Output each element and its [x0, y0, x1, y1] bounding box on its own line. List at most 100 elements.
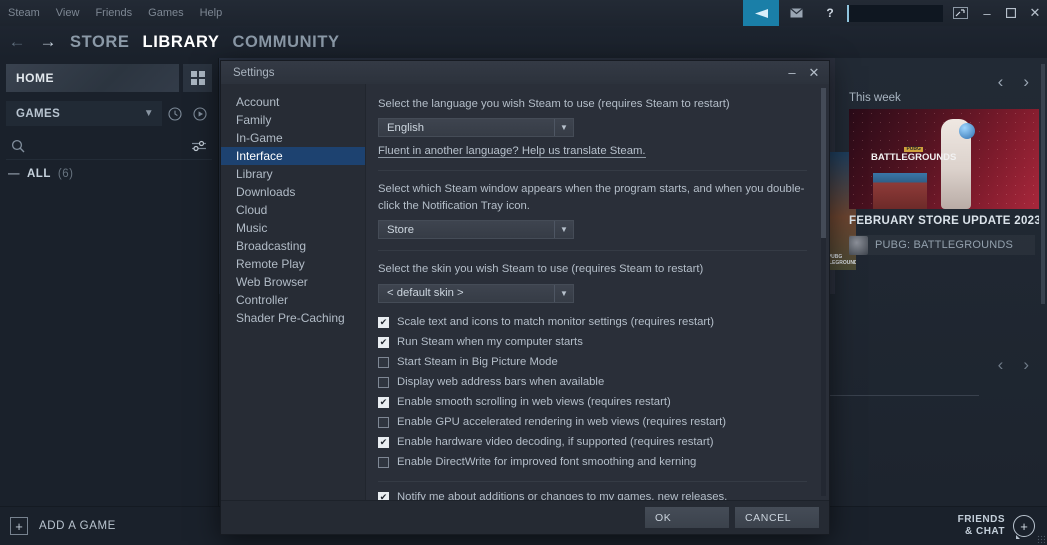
filter-icon[interactable]: [186, 139, 212, 153]
collection-row: GAMES ▼: [6, 100, 212, 127]
home-row: HOME: [0, 58, 218, 100]
menu-item-steam[interactable]: Steam: [8, 7, 40, 19]
help-icon[interactable]: ?: [813, 0, 847, 26]
settings-scrollbar[interactable]: [821, 88, 826, 496]
checkbox-row-web-address-bars[interactable]: Display web address bars when available: [378, 373, 807, 393]
section-divider: [378, 250, 807, 252]
news-week-label: This week: [849, 92, 901, 104]
main-scrollbar[interactable]: [1041, 64, 1045, 304]
checkbox-row-run-steam-on-start[interactable]: Run Steam when my computer starts: [378, 333, 807, 353]
menu-item-friends[interactable]: Friends: [95, 7, 132, 19]
news-title[interactable]: FEBRUARY STORE UPDATE 2023: [849, 215, 1039, 227]
menu-item-games[interactable]: Games: [148, 7, 183, 19]
language-select[interactable]: English ▼: [378, 118, 574, 138]
nav-tab-store[interactable]: STORE: [70, 33, 130, 52]
checkbox-row-scale-text[interactable]: Scale text and icons to match monitor se…: [378, 313, 807, 333]
settings-nav-family[interactable]: Family: [221, 111, 365, 129]
nav-tab-community[interactable]: COMMUNITY: [232, 33, 339, 52]
checkbox-row-smooth-scrolling[interactable]: Enable smooth scrolling in web views (re…: [378, 393, 807, 413]
settings-nav-music[interactable]: Music: [221, 219, 365, 237]
mail-icon[interactable]: [779, 0, 813, 26]
settings-nav-in-game[interactable]: In-Game: [221, 129, 365, 147]
sidebar-group-all[interactable]: — ALL (6): [0, 160, 218, 188]
settings-title-bar[interactable]: Settings – ✕: [221, 61, 829, 84]
sidebar-item-home[interactable]: HOME: [6, 64, 179, 92]
settings-nav-interface[interactable]: Interface: [221, 147, 365, 165]
home-label: HOME: [16, 71, 54, 85]
settings-nav-downloads[interactable]: Downloads: [221, 183, 365, 201]
checkbox-row-notify-additions[interactable]: Notify me about additions or changes to …: [378, 488, 807, 500]
window-close-button[interactable]: ✕: [1023, 0, 1047, 26]
list-item[interactable]: [14, 190, 208, 207]
chevron-down-icon: ▼: [554, 119, 573, 137]
checkbox-run-steam-on-start[interactable]: [378, 336, 389, 348]
sidebar-search-row: [6, 132, 212, 160]
checkbox-gpu-rendering[interactable]: [378, 416, 389, 428]
checkbox-smooth-scrolling[interactable]: [378, 396, 389, 408]
nav-forward-button[interactable]: →: [39, 32, 57, 52]
language-label: Select the language you wish Steam to us…: [378, 98, 730, 110]
startup-window-value: Store: [387, 223, 415, 236]
settings-nav-remote-play[interactable]: Remote Play: [221, 255, 365, 273]
checkbox-hardware-video-decoding[interactable]: [378, 436, 389, 448]
window-maximize-button[interactable]: [999, 0, 1023, 26]
checkbox-label: Enable smooth scrolling in web views (re…: [397, 395, 671, 408]
menu-item-view[interactable]: View: [56, 7, 80, 19]
resize-grip[interactable]: [1037, 535, 1045, 543]
nav-tab-library[interactable]: LIBRARY: [143, 33, 220, 52]
recent-activity-icon[interactable]: [162, 101, 187, 126]
window-minimize-button[interactable]: –: [975, 0, 999, 26]
skin-select[interactable]: < default skin > ▼: [378, 283, 574, 303]
settings-nav-web-browser[interactable]: Web Browser: [221, 273, 365, 291]
search-input[interactable]: [30, 139, 186, 152]
game-icon: [849, 235, 868, 255]
downloads-play-icon[interactable]: [187, 101, 212, 126]
checkbox-row-hardware-video-decoding[interactable]: Enable hardware video decoding, if suppo…: [378, 433, 807, 453]
settings-nav-account[interactable]: Account: [221, 93, 365, 111]
checkbox-label: Run Steam when my computer starts: [397, 335, 583, 348]
settings-nav-shader-pre-caching[interactable]: Shader Pre-Caching: [221, 309, 365, 327]
ok-button[interactable]: OK: [645, 507, 729, 528]
checkbox-row-gpu-rendering[interactable]: Enable GPU accelerated rendering in web …: [378, 413, 807, 433]
list-item[interactable]: [14, 207, 208, 224]
news-game-row[interactable]: PUBG: BATTLEGROUNDS: [849, 235, 1035, 255]
settings-nav-cloud[interactable]: Cloud: [221, 201, 365, 219]
checkbox-web-address-bars[interactable]: [378, 376, 389, 388]
settings-nav-library[interactable]: Library: [221, 165, 365, 183]
checkbox-big-picture[interactable]: [378, 356, 389, 368]
expand-icon[interactable]: [945, 0, 975, 26]
friends-and-chat-button[interactable]: FRIENDS & CHAT +: [958, 514, 1047, 539]
news-next-button[interactable]: ›: [1023, 72, 1029, 92]
settings-nav-broadcasting[interactable]: Broadcasting: [221, 237, 365, 255]
checkbox-directwrite[interactable]: [378, 456, 389, 468]
checkbox-row-directwrite[interactable]: Enable DirectWrite for improved font smo…: [378, 453, 807, 473]
game-list: [0, 188, 218, 241]
checkbox-scale-text[interactable]: [378, 316, 389, 328]
settings-close-button[interactable]: ✕: [803, 61, 825, 84]
settings-window-controls: – ✕: [781, 61, 825, 84]
menu-items: Steam View Friends Games Help: [0, 7, 222, 19]
cancel-button[interactable]: CANCEL: [735, 507, 819, 528]
list-item[interactable]: [14, 224, 208, 241]
broadcast-icon[interactable]: [743, 0, 779, 26]
nav-back-button[interactable]: ←: [8, 32, 26, 52]
checkbox-row-big-picture[interactable]: Start Steam in Big Picture Mode: [378, 353, 807, 373]
menu-item-help[interactable]: Help: [200, 7, 223, 19]
row2-next-button[interactable]: ›: [1023, 355, 1029, 375]
collection-selector[interactable]: GAMES ▼: [6, 101, 162, 126]
translate-steam-link[interactable]: Fluent in another language? Help us tran…: [378, 145, 646, 159]
collapse-dash-icon: —: [8, 168, 20, 180]
checkbox-notify-additions[interactable]: [378, 491, 389, 500]
grid-view-button[interactable]: [183, 64, 212, 92]
row2-prev-button[interactable]: ‹: [998, 355, 1004, 375]
add-a-game-button[interactable]: + ADD A GAME: [0, 517, 116, 535]
startup-window-select[interactable]: Store ▼: [378, 220, 574, 240]
settings-minimize-button[interactable]: –: [781, 61, 803, 84]
settings-nav-controller[interactable]: Controller: [221, 291, 365, 309]
news-prev-button[interactable]: ‹: [998, 72, 1004, 92]
startup-window-label: Select which Steam window appears when t…: [378, 183, 805, 212]
banner-crate-decoration: [873, 173, 927, 209]
titlebar-search-input[interactable]: [847, 4, 943, 22]
news-banner-image[interactable]: PUBG BATTLEGROUNDS: [849, 109, 1039, 209]
